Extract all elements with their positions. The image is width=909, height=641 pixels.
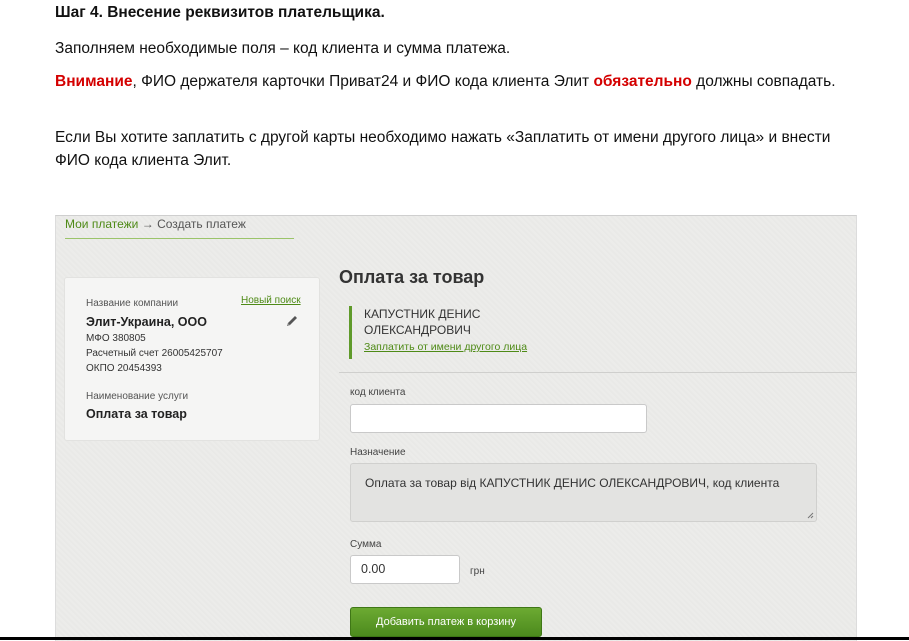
mandatory-word: обязательно [593,73,692,90]
instruction-paragraph-3: Если Вы хотите заплатить с другой карты … [55,129,831,169]
company-account: Расчетный счет 26005425707 [86,348,223,359]
client-code-input[interactable] [350,404,647,433]
pay-as-other-person-link[interactable]: Заплатить от имени другого лица [364,341,527,353]
service-name: Оплата за товар [86,407,187,421]
add-to-cart-button[interactable]: Добавить платеж в корзину [350,607,542,637]
payment-form-screenshot: Мои платежи → Создать платеж Название ко… [55,215,857,641]
warning-word: Внимание [55,73,133,90]
client-code-label: код клиента [350,387,406,398]
resize-grip-icon[interactable] [807,512,814,519]
instruction-paragraph-1: Заполняем необходимые поля – код клиента… [55,40,511,57]
edit-pencil-icon[interactable] [285,314,299,328]
breadcrumb-my-payments-link[interactable]: Мои платежи [65,217,138,231]
breadcrumb-underline [65,238,294,239]
new-search-link[interactable]: Новый поиск [241,295,301,306]
payer-name: КАПУСТНИК ДЕНИС ОЛЕКСАНДРОВИЧ [364,307,481,337]
service-name-label: Наименование услуги [86,391,189,402]
sum-label: Сумма [350,539,382,550]
sum-input[interactable]: 0.00 [350,555,460,584]
breadcrumb-current: Создать платеж [157,217,246,231]
company-mfo: МФО 380805 [86,333,146,344]
company-name-label: Название компании [86,298,179,309]
company-info-card: Название компании Новый поиск Элит-Украи… [65,278,319,440]
payer-block: КАПУСТНИК ДЕНИС ОЛЕКСАНДРОВИЧ Заплатить … [349,306,592,359]
company-name: Элит-Украина, ООО [86,315,207,329]
step-heading: Шаг 4. Внесение реквизитов плательщика. [55,4,385,21]
warning-text-end: должны совпадать. [691,73,836,90]
divider [339,372,856,373]
breadcrumb-arrow-icon: → [141,217,154,231]
purpose-textarea[interactable]: Оплата за товар від КАПУСТНИК ДЕНИС ОЛЕК… [350,463,817,522]
currency-label: грн [470,566,485,577]
purpose-text: Оплата за товар від КАПУСТНИК ДЕНИС ОЛЕК… [365,476,780,490]
form-title: Оплата за товар [339,267,485,287]
breadcrumb: Мои платежи → Создать платеж [65,217,246,231]
instruction-paragraph-2: Внимание, ФИО держателя карточки Приват2… [55,70,855,93]
purpose-label: Назначение [350,447,406,458]
warning-text: , ФИО держателя карточки Приват24 и ФИО … [132,73,594,90]
company-okpo: ОКПО 20454393 [86,363,162,374]
